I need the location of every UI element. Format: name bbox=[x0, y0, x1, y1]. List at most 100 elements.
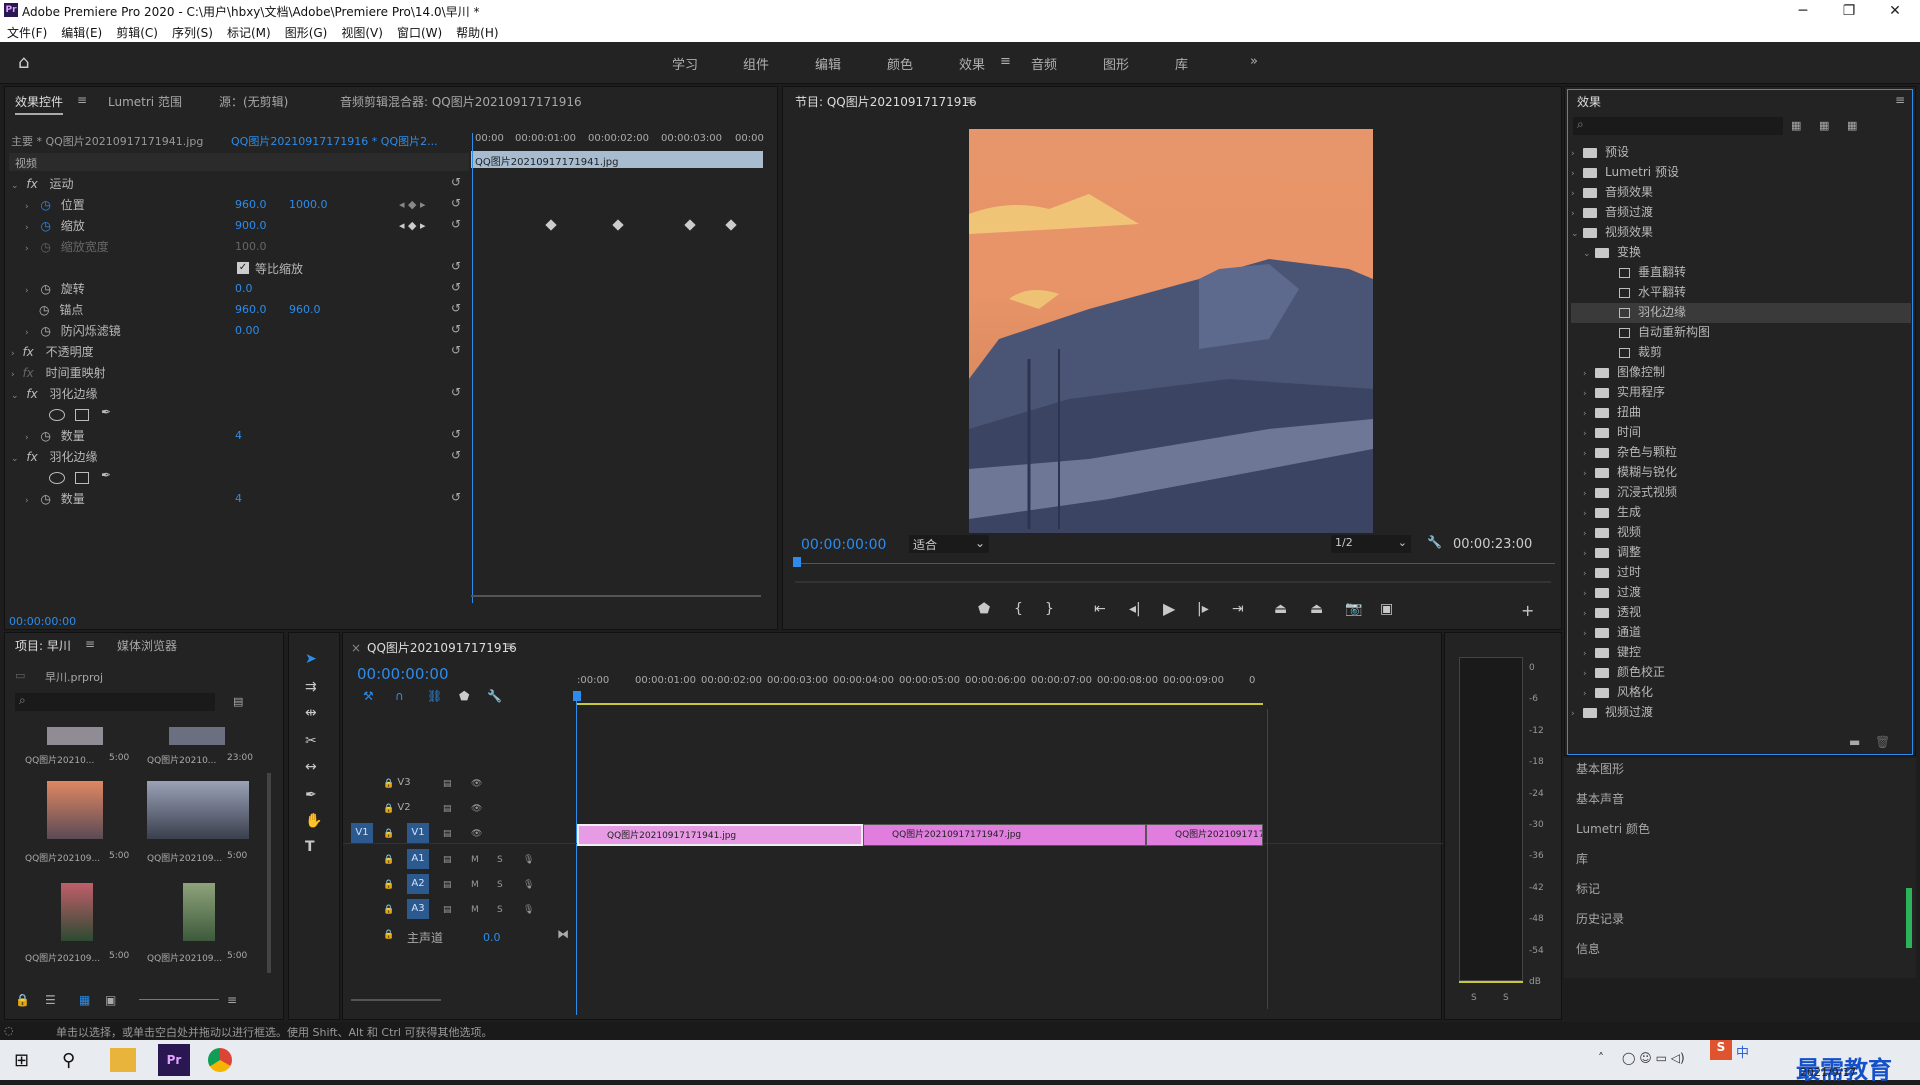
find-bin-icon[interactable]: ▤ bbox=[233, 695, 243, 708]
property-uniform-scale[interactable]: ✓ 等比缩放 ↺ bbox=[11, 259, 471, 280]
solo-left-button[interactable]: S bbox=[1471, 993, 1477, 1003]
property-position[interactable]: › ◷ 位置 960.0 1000.0 ◂ ◆ ▸ ↺ bbox=[11, 196, 471, 217]
master-end-icon[interactable]: ⧓ bbox=[557, 927, 569, 941]
tab-source[interactable]: 源：(无剪辑) bbox=[219, 93, 288, 110]
mic-icon[interactable]: 🎙 bbox=[523, 855, 534, 865]
track-label-v3[interactable]: V3 bbox=[393, 773, 415, 793]
tab-lumetri-scopes[interactable]: Lumetri 范围 bbox=[108, 93, 182, 110]
solo-button[interactable]: S bbox=[497, 855, 503, 865]
hand-tool-icon[interactable]: ✋ bbox=[305, 813, 322, 829]
libraries-tab[interactable]: 库 bbox=[1576, 850, 1588, 867]
effects-tree-item[interactable]: › 过时 bbox=[1571, 563, 1911, 583]
menu-help[interactable]: 帮助(H) bbox=[449, 22, 505, 42]
timeline-clip[interactable]: QQ图片20210917171941.jpg bbox=[577, 824, 863, 846]
menu-sequence[interactable]: 序列(S) bbox=[165, 22, 220, 42]
timeline-hscroll[interactable] bbox=[351, 999, 441, 1001]
thumbnail[interactable] bbox=[183, 883, 215, 941]
lock-icon[interactable]: 🔒 bbox=[383, 829, 394, 839]
thumbnail[interactable] bbox=[169, 727, 225, 745]
workspace-menu-icon[interactable]: ≡ bbox=[1000, 54, 1011, 69]
property-feather-edges-1[interactable]: ⌄ fx 羽化边缘 ↺ bbox=[11, 385, 471, 406]
type-tool-icon[interactable]: T bbox=[305, 839, 315, 855]
effects-tree-item[interactable]: › 模糊与锐化 bbox=[1571, 463, 1911, 483]
sync-icon[interactable]: ▤ bbox=[443, 855, 452, 865]
ellipse-mask-icon[interactable] bbox=[49, 409, 65, 421]
ec-timecode[interactable]: 00:00:00:00 bbox=[9, 615, 76, 628]
panel-menu-icon[interactable]: ≡ bbox=[505, 639, 515, 653]
sync-icon[interactable]: ▤ bbox=[443, 905, 452, 915]
insert-nest-icon[interactable]: ⚒ bbox=[363, 689, 374, 703]
effects-tree-item[interactable]: › 音频过渡 bbox=[1571, 203, 1911, 223]
file-explorer-icon[interactable] bbox=[110, 1048, 136, 1072]
playhead-handle[interactable] bbox=[573, 691, 581, 701]
timeline-playhead[interactable] bbox=[576, 691, 577, 1015]
effects-tree-item[interactable]: › 透视 bbox=[1571, 603, 1911, 623]
eye-icon[interactable]: 👁 bbox=[471, 779, 482, 789]
solo-right-button[interactable]: S bbox=[1503, 993, 1509, 1003]
ime-mode[interactable]: 中 bbox=[1736, 1042, 1749, 1061]
item-name[interactable]: QQ图片202109... bbox=[147, 851, 222, 864]
lock-icon[interactable]: 🔒 bbox=[383, 930, 394, 940]
effects-panel-title[interactable]: 效果 bbox=[1577, 93, 1601, 110]
extract-icon[interactable]: ⏏ bbox=[1310, 601, 1323, 617]
lock-icon[interactable]: 🔒 bbox=[383, 905, 394, 915]
property-anti-flicker[interactable]: › ◷ 防闪烁滤镜 0.00 ↺ bbox=[11, 322, 471, 343]
selection-tool-icon[interactable]: ➤ bbox=[305, 651, 317, 667]
compare-view-icon[interactable]: ▣ bbox=[1380, 601, 1393, 617]
effects-tree-item[interactable]: 羽化边缘 bbox=[1571, 303, 1911, 323]
effects-tree-item[interactable]: 自动重新构图 bbox=[1571, 323, 1911, 343]
timeline-vscroll[interactable] bbox=[1267, 709, 1268, 1009]
tab-project[interactable]: 项目: 早川 bbox=[15, 637, 71, 654]
lock-icon[interactable]: 🔒 bbox=[15, 993, 30, 1007]
menu-graphics[interactable]: 图形(G) bbox=[278, 22, 335, 42]
track-label-v2[interactable]: V2 bbox=[393, 798, 415, 818]
mark-out-icon[interactable]: } bbox=[1045, 601, 1054, 617]
property-opacity[interactable]: › fx 不透明度 ↺ bbox=[11, 343, 471, 364]
work-area-bar[interactable] bbox=[577, 703, 1263, 705]
master-volume[interactable]: 0.0 bbox=[483, 931, 501, 944]
fit-dropdown[interactable]: 适合 ⌄ bbox=[909, 535, 989, 553]
effects-tree-item[interactable]: › 预设 bbox=[1571, 143, 1911, 163]
ec-clip-bar[interactable]: QQ图片20210917171941.jpg bbox=[471, 151, 763, 168]
linked-select-icon[interactable]: ⛓ bbox=[427, 689, 442, 703]
property-amount-2[interactable]: › ◷ 数量 4 ↺ bbox=[11, 490, 471, 511]
menu-edit[interactable]: 编辑(E) bbox=[54, 22, 109, 42]
effects-tree-item[interactable]: › 视频 bbox=[1571, 523, 1911, 543]
ec-time-ruler[interactable]: 00:00 00:00:01:00 00:00:02:00 00:00:03:0… bbox=[471, 133, 771, 151]
timeline-clip[interactable]: QQ图片20210917171954.jp bbox=[1146, 824, 1263, 846]
ripple-edit-tool-icon[interactable]: ⇹ bbox=[305, 705, 317, 721]
go-to-in-icon[interactable]: ⇤ bbox=[1094, 601, 1106, 617]
mark-in-icon[interactable]: { bbox=[1014, 601, 1023, 617]
solo-button[interactable]: S bbox=[497, 880, 503, 890]
effects-tree-item[interactable]: 垂直翻转 bbox=[1571, 263, 1911, 283]
workspace-learn[interactable]: 学习 bbox=[672, 54, 698, 73]
menu-marker[interactable]: 标记(M) bbox=[220, 22, 278, 42]
program-playhead[interactable] bbox=[793, 557, 801, 567]
timeline-timecode[interactable]: 00:00:00:00 bbox=[357, 665, 449, 683]
premiere-taskbar-icon[interactable]: Pr bbox=[158, 1044, 190, 1076]
workspace-editing[interactable]: 编辑 bbox=[815, 54, 841, 73]
effects-tree-item[interactable]: › 实用程序 bbox=[1571, 383, 1911, 403]
track-label-v1[interactable]: V1 bbox=[407, 823, 429, 843]
property-rotation[interactable]: › ◷ 旋转 0.0 ↺ bbox=[11, 280, 471, 301]
razor-tool-icon[interactable]: ✂ bbox=[305, 733, 317, 749]
icon-view-icon[interactable]: ▦ bbox=[79, 993, 90, 1007]
history-tab[interactable]: 历史记录 bbox=[1576, 910, 1624, 927]
more-workspaces-icon[interactable]: » bbox=[1250, 54, 1258, 69]
accelerated-effects-icon[interactable]: ▦ bbox=[1791, 119, 1801, 132]
tab-effect-controls[interactable]: 效果控件 bbox=[15, 93, 64, 115]
track-label-a1[interactable]: A1 bbox=[407, 849, 429, 869]
32bit-effects-icon[interactable]: ▦ bbox=[1819, 119, 1829, 132]
ec-playhead[interactable] bbox=[472, 133, 473, 603]
keyframe[interactable] bbox=[725, 219, 737, 231]
ec-zoom-scroll[interactable] bbox=[471, 595, 761, 597]
keyframe[interactable] bbox=[545, 219, 557, 231]
lock-icon[interactable]: 🔒 bbox=[383, 855, 394, 865]
step-back-icon[interactable]: ◂| bbox=[1129, 601, 1141, 617]
wrench-icon[interactable]: 🔧 bbox=[1427, 535, 1442, 549]
zoom-slider[interactable] bbox=[139, 999, 219, 1000]
property-time-remap[interactable]: › fx 时间重映射 bbox=[11, 364, 471, 385]
timeline-settings-icon[interactable]: 🔧 bbox=[487, 689, 502, 703]
delete-icon[interactable]: 🗑 bbox=[1875, 735, 1890, 749]
property-anchor[interactable]: ◷ 锚点 960.0 960.0 ↺ bbox=[11, 301, 471, 322]
